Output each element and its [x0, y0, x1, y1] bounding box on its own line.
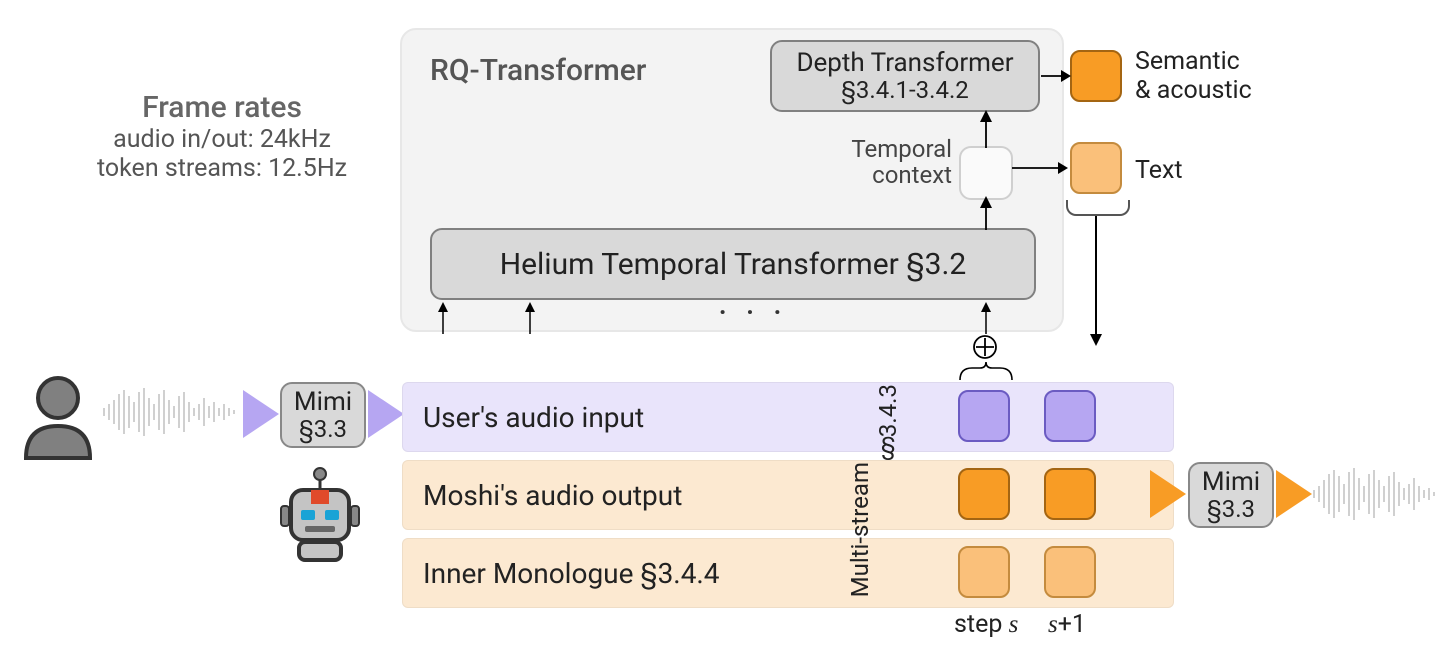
robot-icon [275, 464, 365, 564]
helium-temporal-label: Helium Temporal Transformer §3.2 [500, 247, 967, 282]
arrow-input-1 [435, 300, 451, 334]
arrow-temporal-to-depth [978, 110, 994, 148]
temporal-context-token [959, 146, 1013, 200]
multistream-label: Multi-stream [846, 462, 874, 597]
user-icon [18, 372, 98, 462]
helium-temporal-block: Helium Temporal Transformer §3.2 [430, 228, 1036, 300]
output-text-token [1070, 142, 1122, 194]
rq-transformer-title: RQ-Transformer [430, 53, 646, 88]
mimi-out-block: Mimi §3.3 [1188, 462, 1274, 528]
triangle-purple-out [368, 390, 404, 438]
arrow-temporal-to-text [1012, 160, 1068, 180]
mimi-out-name: Mimi [1202, 468, 1260, 497]
depth-transformer-line1: Depth Transformer [796, 49, 1013, 78]
multistream-ref: §3.4.3 [874, 384, 902, 465]
stream-user-label: User's audio input [423, 401, 644, 434]
step-s1-label: s+1 [1048, 610, 1086, 639]
depth-transformer-ref: §3.4.1-3.4.2 [841, 77, 969, 103]
triangle-purple-in [243, 390, 279, 438]
depth-transformer-block: Depth Transformer §3.4.1-3.4.2 [770, 40, 1040, 112]
arrow-input-s [978, 300, 994, 334]
arrow-depth-to-semantic [1041, 68, 1071, 88]
output-semantic-label: Semantic & acoustic [1135, 48, 1252, 106]
waveform-out-icon [1312, 466, 1442, 522]
mimi-in-ref: §3.3 [299, 416, 347, 442]
arrow-helium-to-temporal [978, 196, 994, 230]
token-user-s [958, 390, 1010, 442]
frame-rates-block: Frame rates audio in/out: 24kHz token st… [62, 90, 382, 183]
token-audio-s [958, 468, 1010, 520]
plus-combine-icon [972, 334, 998, 360]
mimi-in-block: Mimi §3.3 [280, 382, 366, 448]
mimi-in-name: Mimi [294, 388, 352, 417]
stream-audio-label: Moshi's audio output [423, 479, 682, 512]
frame-rates-line2: token streams: 12.5Hz [62, 154, 382, 183]
token-inner-s [958, 546, 1010, 598]
stream-inner-label: Inner Monologue §3.4.4 [423, 557, 720, 590]
output-down-arrow [1090, 216, 1110, 346]
token-inner-s1 [1044, 546, 1096, 598]
triangle-orange-out [1276, 470, 1312, 518]
frame-rates-line1: audio in/out: 24kHz [62, 125, 382, 154]
token-user-s1 [1044, 390, 1096, 442]
waveform-in-icon [102, 384, 242, 440]
output-semantic-token [1070, 50, 1122, 102]
temporal-context-label: Temporal context [802, 136, 952, 189]
frame-rates-title: Frame rates [62, 90, 382, 125]
arrow-input-2 [522, 300, 538, 334]
output-text-label: Text [1135, 156, 1183, 185]
output-brace [1066, 200, 1130, 216]
ellipsis-icon: ··· [718, 292, 800, 334]
combine-brace [958, 360, 1014, 382]
step-s-label: step s [954, 610, 1018, 639]
triangle-orange-to-mimi [1150, 470, 1186, 518]
mimi-out-ref: §3.3 [1207, 496, 1255, 522]
token-audio-s1 [1044, 468, 1096, 520]
